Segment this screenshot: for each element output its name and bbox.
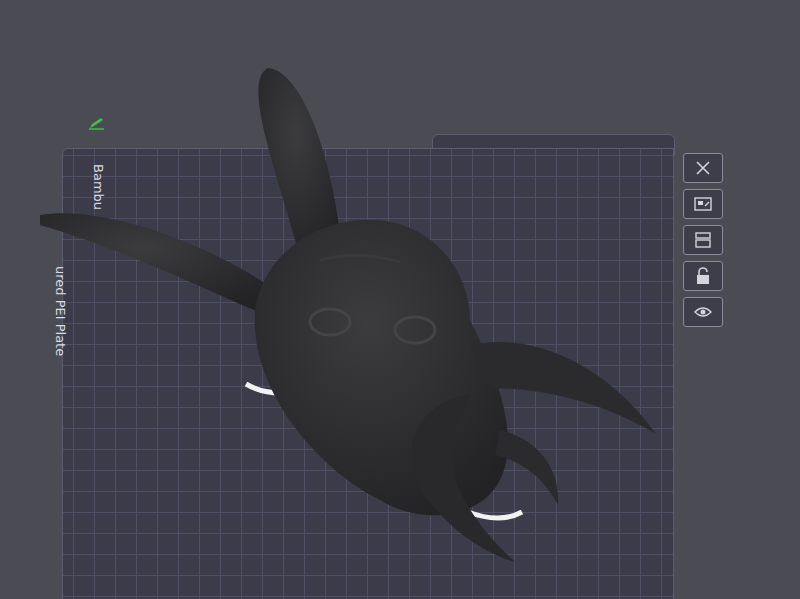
plate-tool-button[interactable] xyxy=(683,225,723,255)
plate-tool-button[interactable] xyxy=(683,189,723,219)
plate-toolbar xyxy=(683,153,723,327)
lock-icon xyxy=(693,266,713,286)
plate-label: Bambu xyxy=(91,164,106,210)
eye-icon xyxy=(693,302,713,322)
plate-tool-button[interactable] xyxy=(683,153,723,183)
plate-label: ured PEI Plate xyxy=(53,266,68,356)
pencil-icon[interactable] xyxy=(88,116,106,130)
plate-tool-button[interactable] xyxy=(683,261,723,291)
3d-viewport[interactable]: Bambu ured PEI Plate xyxy=(0,0,800,599)
arrange-icon xyxy=(693,194,713,214)
close-icon xyxy=(693,158,713,178)
layout-icon xyxy=(693,230,713,250)
plate-tool-button[interactable] xyxy=(683,297,723,327)
3d-model[interactable] xyxy=(0,0,800,599)
